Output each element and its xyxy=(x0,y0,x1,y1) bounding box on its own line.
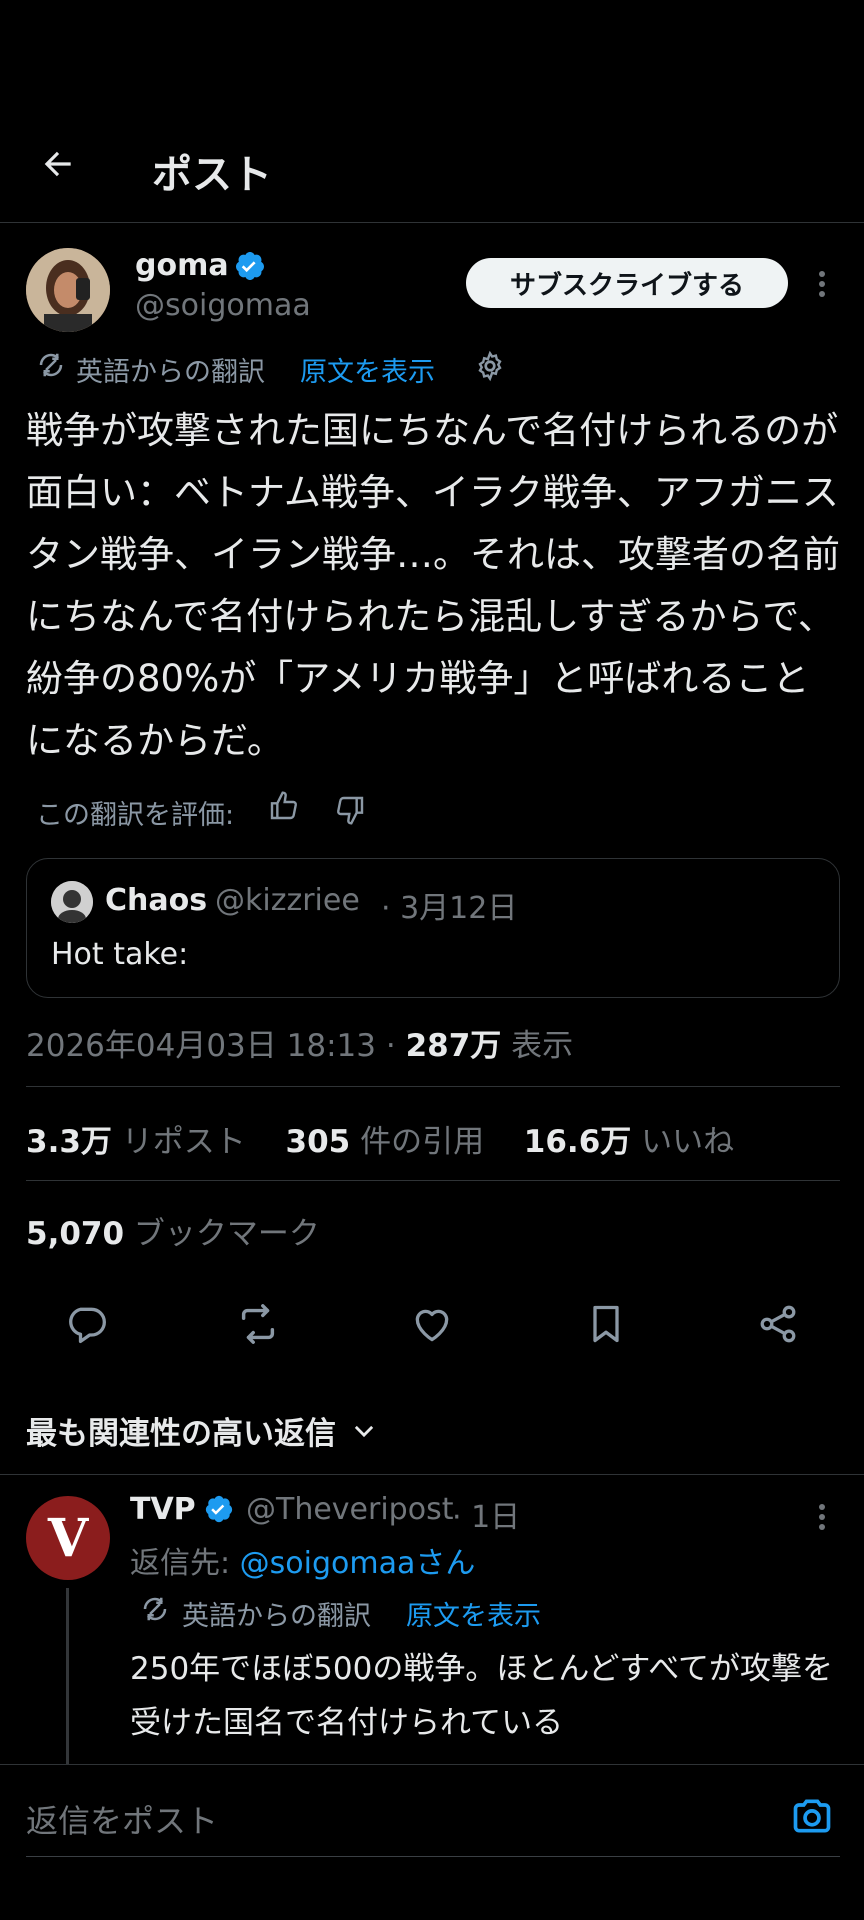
reposts-label: リポスト xyxy=(121,1124,246,1160)
composer-underline xyxy=(26,1856,840,1857)
translation-settings-icon[interactable] xyxy=(474,350,506,386)
meta-separator: · xyxy=(385,1028,396,1064)
translate-icon xyxy=(140,1594,170,1628)
translate-icon xyxy=(36,350,66,384)
reply-icon[interactable] xyxy=(58,1296,114,1352)
reply-composer-input[interactable]: 返信をポスト xyxy=(26,1796,218,1842)
quoted-author-handle: @kizzriee xyxy=(215,883,360,918)
avatar-photo xyxy=(26,248,110,332)
likes-count: 16.6万 xyxy=(523,1124,632,1160)
author-handle[interactable]: @soigomaa xyxy=(135,288,311,323)
quoted-author-avatar xyxy=(51,881,93,923)
reply-time: · 1日 xyxy=(452,1500,521,1535)
thread-line xyxy=(66,1588,69,1764)
quoted-post-card[interactable]: Chaos @kizzriee · 3月12日 Hot take: xyxy=(26,858,840,998)
quotes-stat[interactable]: 305 件の引用 xyxy=(286,1124,485,1160)
camera-icon[interactable] xyxy=(790,1794,834,1842)
post-timestamp: 2026年04月03日 18:13 xyxy=(26,1028,376,1064)
thumbs-down-icon[interactable] xyxy=(334,794,366,830)
like-icon[interactable] xyxy=(404,1296,460,1352)
author-avatar[interactable] xyxy=(26,248,110,332)
back-button[interactable] xyxy=(34,140,82,188)
likes-label: いいね xyxy=(641,1124,735,1160)
reply-author-avatar[interactable]: V xyxy=(26,1496,110,1580)
views-count: 287万 xyxy=(405,1028,502,1064)
quotes-count: 305 xyxy=(285,1124,351,1160)
reply-author-handle[interactable]: @Theveripost xyxy=(246,1492,453,1527)
reply-body: 250年でほぼ500の戦争。ほとんどすべてが攻撃を受けた国名で名付けられている xyxy=(130,1651,833,1741)
reposts-count: 3.3万 xyxy=(26,1124,112,1160)
quoted-post-date: · 3月12日 xyxy=(381,891,518,926)
reply-translation-label: 英語からの翻訳 xyxy=(182,1601,371,1632)
divider xyxy=(26,1180,840,1181)
thumbs-up-icon[interactable] xyxy=(268,790,300,826)
avatar-letter: V xyxy=(47,1507,89,1569)
share-icon[interactable] xyxy=(750,1296,806,1352)
page-title: ポスト xyxy=(152,152,272,198)
verified-badge-icon xyxy=(204,1494,234,1528)
reply-to-handle-link[interactable]: @soigomaaさん xyxy=(240,1546,476,1581)
divider xyxy=(0,1474,864,1475)
verified-badge-icon xyxy=(234,250,266,282)
quotes-label: 件の引用 xyxy=(360,1124,485,1160)
reply-show-original-link[interactable]: 原文を表示 xyxy=(406,1594,541,1633)
translation-label: 英語からの翻訳 xyxy=(76,357,265,388)
reply-to-prefix: 返信先: xyxy=(130,1546,240,1581)
reply-more-options-icon[interactable] xyxy=(808,1500,836,1538)
bookmark-icon[interactable] xyxy=(578,1296,634,1352)
views-label: 表示 xyxy=(511,1028,574,1064)
post-meta: 2026年04月03日 18:13 · 287万 表示 xyxy=(26,1020,573,1065)
repost-icon[interactable] xyxy=(230,1296,286,1352)
arrow-left-icon xyxy=(44,151,71,177)
bookmarks-count: 5,070 xyxy=(26,1216,125,1252)
engagement-stats: 3.3万 リポスト 305 件の引用 16.6万 いいね xyxy=(26,1116,734,1161)
reply-to-line: 返信先: @soigomaaさん xyxy=(130,1538,475,1582)
post-body: 戦争が攻撃された国にちなんで名付けられるのが面白い：ベトナム戦争、イラク戦争、ア… xyxy=(26,409,840,762)
divider xyxy=(0,1764,864,1765)
quoted-author-name: Chaos xyxy=(105,883,208,918)
quoted-post-text: Hot take: xyxy=(51,937,189,972)
more-options-icon[interactable] xyxy=(808,266,836,302)
show-original-link[interactable]: 原文を表示 xyxy=(300,350,435,389)
bookmarks-stat[interactable]: 5,070 ブックマーク xyxy=(26,1208,320,1253)
reply-author-name[interactable]: TVP xyxy=(130,1492,196,1527)
bookmarks-label: ブックマーク xyxy=(133,1216,320,1252)
subscribe-button[interactable]: サブスクライブする xyxy=(466,258,788,308)
reply-sort-dropdown[interactable]: 最も関連性の高い返信 xyxy=(26,1408,378,1453)
rate-translation-label: この翻訳を評価: xyxy=(36,800,235,831)
reply-sort-label: 最も関連性の高い返信 xyxy=(26,1416,336,1452)
divider xyxy=(26,1086,840,1087)
reposts-stat[interactable]: 3.3万 リポスト xyxy=(26,1124,246,1160)
author-name[interactable]: goma xyxy=(135,248,229,283)
likes-stat[interactable]: 16.6万 いいね xyxy=(524,1124,734,1160)
header-divider xyxy=(0,222,864,223)
chevron-down-icon xyxy=(354,1425,374,1437)
